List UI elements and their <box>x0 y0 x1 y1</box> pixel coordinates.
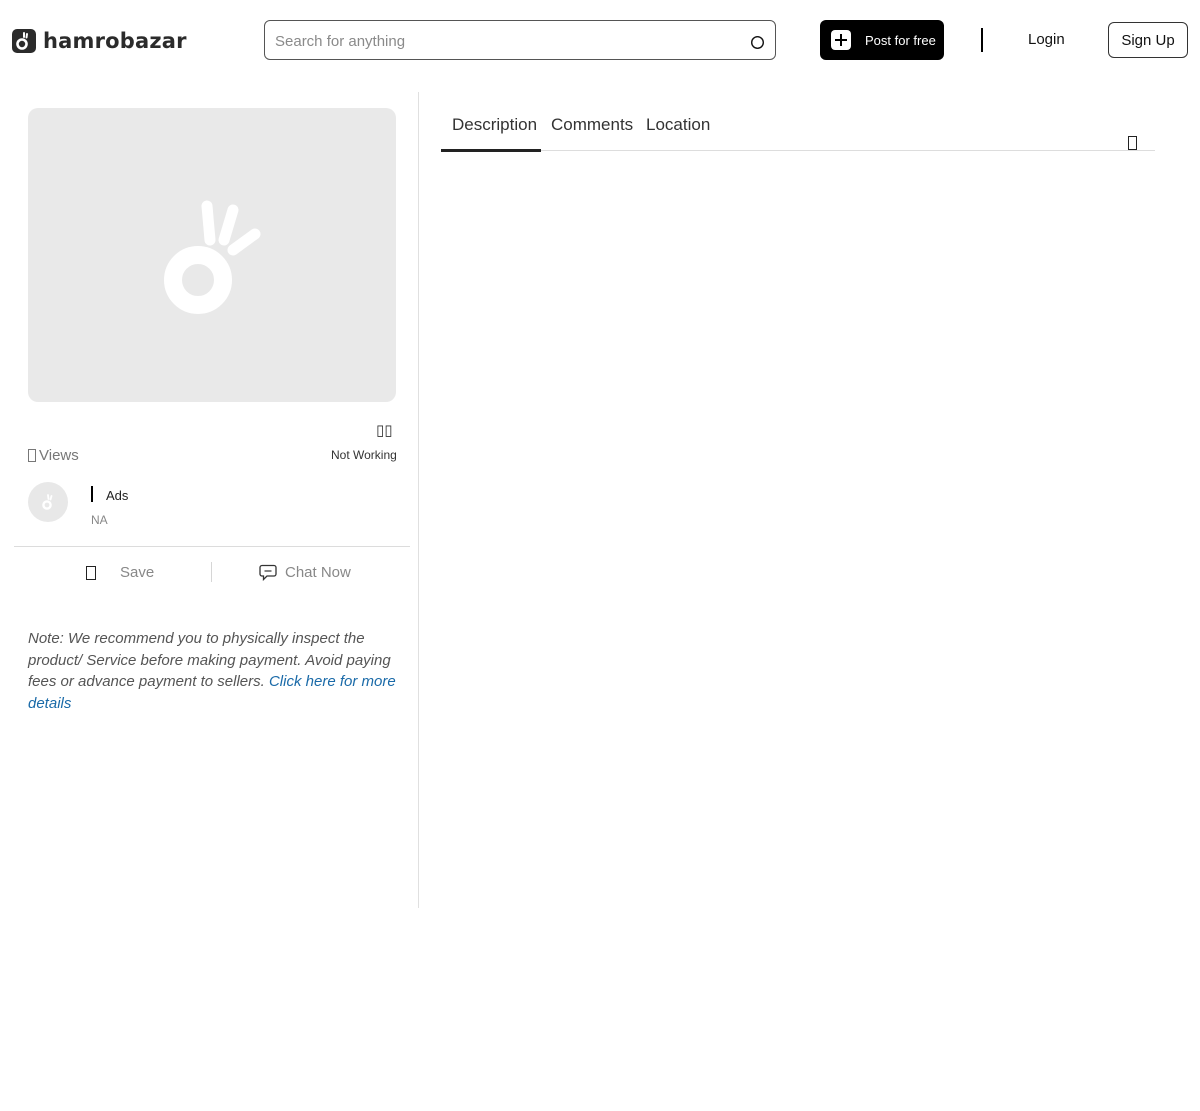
gallery-controls[interactable]: ▯▯ <box>376 421 393 439</box>
brand-name: hamrobazar <box>43 29 187 53</box>
save-label: Save <box>120 564 155 581</box>
seller-info[interactable]: Ads NA <box>28 482 408 530</box>
safety-note: Note: We recommend you to physically ins… <box>28 628 400 714</box>
top-header: hamrobazar Post for free Login Sign Up <box>0 0 1200 82</box>
section-divider <box>14 546 410 547</box>
post-for-free-label: Post for free <box>865 32 936 48</box>
listing-tabs: Description Comments Location <box>441 108 1155 152</box>
header-divider <box>981 28 983 52</box>
bookmark-icon <box>86 565 96 580</box>
chat-now-label: Chat Now <box>285 564 351 581</box>
hamrobazar-logo-icon <box>12 29 36 53</box>
listing-image[interactable] <box>28 108 396 402</box>
save-button[interactable]: Save <box>86 564 154 581</box>
tab-location[interactable]: Location <box>646 115 710 149</box>
chat-now-button[interactable]: Chat Now <box>259 564 351 581</box>
brand-logo[interactable]: hamrobazar <box>12 29 187 53</box>
seller-ads-label[interactable]: Ads <box>106 488 128 503</box>
search-input[interactable] <box>275 30 735 52</box>
hamrobazar-placeholder-icon <box>164 200 261 314</box>
seller-location: NA <box>91 513 108 527</box>
seller-name-placeholder <box>91 486 93 502</box>
tab-comments[interactable]: Comments <box>551 115 633 149</box>
chat-bubble-icon <box>259 564 277 581</box>
tab-description[interactable]: Description <box>441 115 542 152</box>
share-icon[interactable] <box>1128 136 1137 150</box>
views-count: Views <box>28 447 79 464</box>
hamrobazar-logo-icon <box>42 494 53 510</box>
action-divider <box>211 562 212 582</box>
sign-up-button[interactable]: Sign Up <box>1108 22 1188 58</box>
views-label: Views <box>39 447 79 464</box>
eye-icon <box>28 449 36 462</box>
search-icon[interactable] <box>750 35 765 50</box>
avatar[interactable] <box>28 482 68 522</box>
post-for-free-button[interactable]: Post for free <box>820 20 944 60</box>
condition-status: Not Working <box>331 448 397 462</box>
login-link[interactable]: Login <box>1028 31 1065 48</box>
plus-icon <box>831 30 851 50</box>
listing-summary-panel: ▯▯ Views Not Working Ads NA Save Chat No… <box>0 92 419 908</box>
search-bar <box>264 20 776 60</box>
